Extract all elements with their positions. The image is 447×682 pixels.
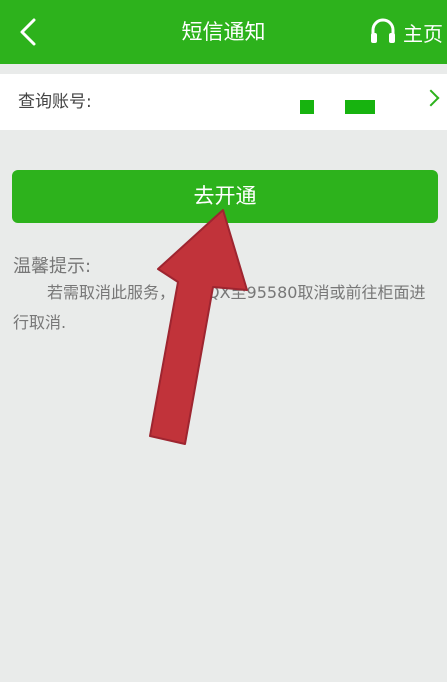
tip-title: 温馨提示: bbox=[13, 256, 92, 277]
home-button[interactable]: 主页 bbox=[369, 0, 443, 64]
account-value-masked bbox=[265, 86, 403, 130]
open-service-button[interactable]: 去开通 bbox=[12, 170, 438, 223]
account-mask-block bbox=[345, 100, 375, 114]
chevron-left-icon bbox=[20, 18, 36, 46]
back-button[interactable] bbox=[0, 0, 56, 64]
tip-text: 若需取消此服务，编辑QX至95580取消或前往柜面进行取消. bbox=[13, 283, 426, 332]
home-label: 主页 bbox=[403, 21, 443, 46]
headset-icon bbox=[371, 18, 395, 43]
account-mask-block bbox=[300, 100, 314, 114]
account-label: 查询账号: bbox=[18, 92, 92, 112]
app-header: 短信通知 主页 bbox=[0, 0, 447, 64]
